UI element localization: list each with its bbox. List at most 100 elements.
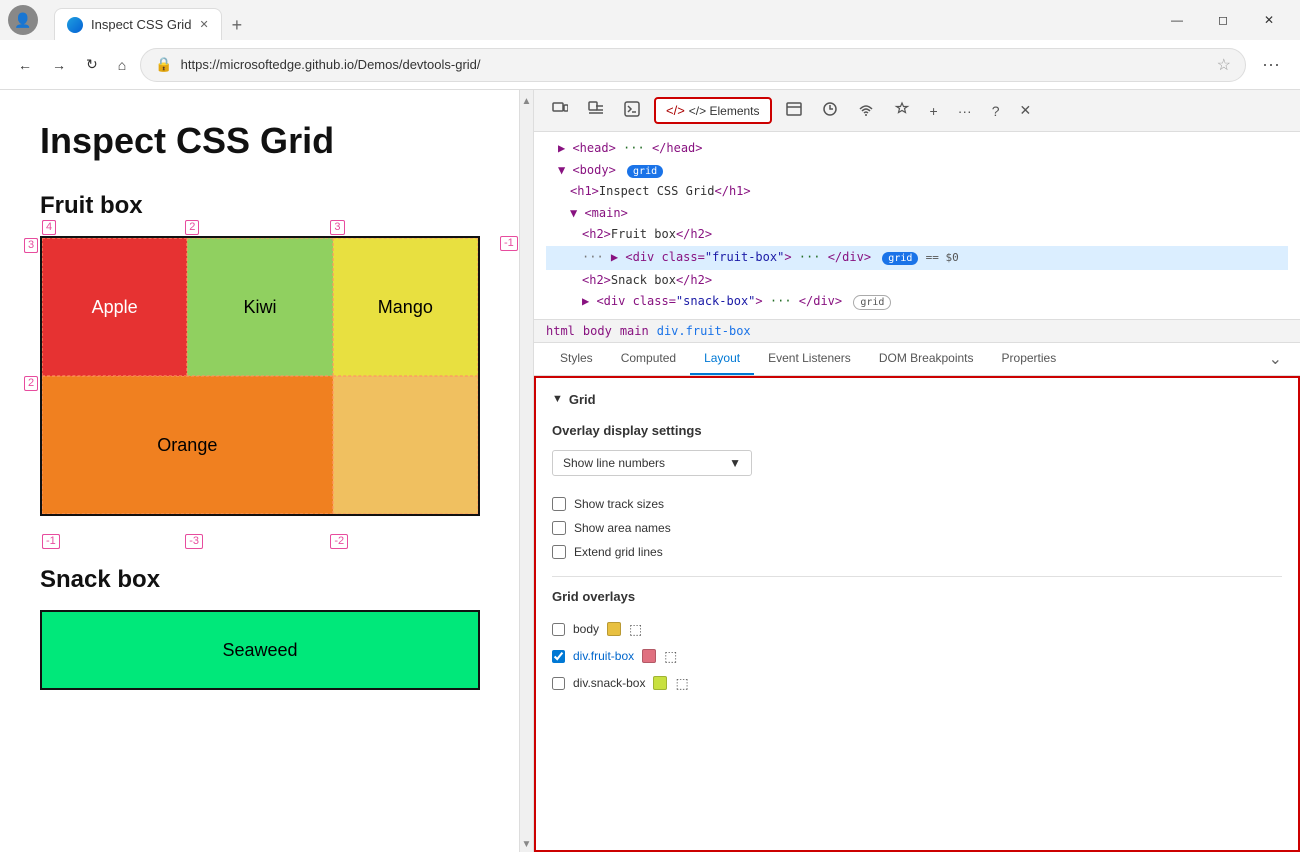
scroll-up-arrow[interactable]: ▲ bbox=[520, 94, 534, 109]
page-heading: Inspect CSS Grid bbox=[40, 120, 479, 162]
snack-color-swatch[interactable] bbox=[653, 676, 667, 690]
devtools-close-button[interactable]: ✕ bbox=[1014, 96, 1038, 125]
dom-body-row: ▼ <body> grid bbox=[546, 160, 1288, 182]
user-avatar: 👤 bbox=[8, 5, 38, 35]
tab-computed-label: Computed bbox=[621, 351, 676, 365]
fruit-overlay-label[interactable]: div.fruit-box bbox=[573, 649, 634, 663]
show-track-sizes-checkbox[interactable] bbox=[552, 497, 566, 511]
mango-label: Mango bbox=[378, 297, 433, 318]
show-area-names-label[interactable]: Show area names bbox=[574, 521, 671, 535]
snack-section: Snack box Seaweed bbox=[40, 566, 479, 690]
favorite-icon[interactable]: ☆ bbox=[1217, 55, 1231, 75]
more-tools-button[interactable]: ··· bbox=[952, 97, 978, 125]
scroll-down-arrow[interactable]: ▼ bbox=[520, 837, 534, 852]
body-inspect-icon[interactable]: ⬚ bbox=[629, 621, 642, 638]
kiwi-label: Kiwi bbox=[243, 297, 276, 318]
snack-grid-badge: grid bbox=[853, 295, 891, 310]
url-text: https://microsoftedge.github.io/Demos/de… bbox=[181, 57, 1209, 72]
wifi-button[interactable] bbox=[852, 95, 880, 126]
grid-section: ▼ Grid Overlay display settings Show lin… bbox=[536, 378, 1298, 711]
tab-properties[interactable]: Properties bbox=[988, 343, 1071, 375]
show-track-sizes-row: Show track sizes bbox=[552, 492, 1282, 516]
dom-tree: ▶ <head> ··· </head> ▼ <body> grid <h1>I… bbox=[534, 132, 1300, 320]
dom-div-fruit-row[interactable]: ··· ▶ <div class="fruit-box"> ··· </div>… bbox=[546, 246, 1288, 270]
refresh-button[interactable]: ↻ bbox=[80, 50, 104, 79]
snack-inspect-icon[interactable]: ⬚ bbox=[675, 675, 688, 692]
grid-section-title[interactable]: ▼ Grid bbox=[552, 392, 1282, 407]
elements-label: </> Elements bbox=[689, 104, 760, 118]
show-track-sizes-label[interactable]: Show track sizes bbox=[574, 497, 664, 511]
lock-icon: 🔒 bbox=[155, 56, 172, 73]
fruit-inspect-icon[interactable]: ⬚ bbox=[664, 648, 677, 665]
tab-dom-breakpoints-label: DOM Breakpoints bbox=[879, 351, 974, 365]
breadcrumb-body[interactable]: body bbox=[583, 324, 612, 338]
network-button[interactable] bbox=[780, 95, 808, 126]
body-overlay-checkbox[interactable] bbox=[552, 623, 565, 636]
mango-cell: Mango bbox=[333, 238, 478, 376]
add-tool-button[interactable]: + bbox=[924, 97, 944, 125]
fruit-grid-badge: grid bbox=[882, 252, 918, 265]
show-area-names-row: Show area names bbox=[552, 516, 1282, 540]
extend-grid-lines-checkbox[interactable] bbox=[552, 545, 566, 559]
show-area-names-checkbox[interactable] bbox=[552, 521, 566, 535]
row-num-neg1: -1 bbox=[500, 236, 518, 251]
more-options-button[interactable]: ··· bbox=[1254, 50, 1288, 79]
forward-button[interactable]: → bbox=[46, 51, 72, 79]
breadcrumb-html[interactable]: html bbox=[546, 324, 575, 338]
fruit-grid-container: Apple Kiwi Mango Orange bbox=[40, 236, 480, 516]
body-overlay-label[interactable]: body bbox=[573, 622, 599, 636]
navigation-bar: ← → ↻ ⌂ 🔒 https://microsoftedge.github.i… bbox=[0, 40, 1300, 90]
close-button[interactable]: ✕ bbox=[1246, 4, 1292, 36]
overlay-settings: Overlay display settings Show line numbe… bbox=[552, 423, 1282, 564]
fruit-overlay-checkbox[interactable] bbox=[552, 650, 565, 663]
col-num-2: 2 bbox=[185, 220, 199, 235]
empty-cell bbox=[333, 376, 478, 514]
webpage-content: Inspect CSS Grid Fruit box 1 2 3 4 1 2 3… bbox=[0, 90, 520, 852]
tab-layout[interactable]: Layout bbox=[690, 343, 754, 375]
inspect-element-button[interactable] bbox=[582, 95, 610, 126]
tab-styles[interactable]: Styles bbox=[546, 343, 607, 375]
device-emulation-button[interactable] bbox=[546, 95, 574, 126]
help-button[interactable]: ? bbox=[986, 97, 1006, 125]
fruit-color-swatch[interactable] bbox=[642, 649, 656, 663]
elements-icon: </> bbox=[666, 103, 685, 118]
extend-grid-lines-label[interactable]: Extend grid lines bbox=[574, 545, 663, 559]
tab-styles-label: Styles bbox=[560, 351, 593, 365]
snack-overlay-checkbox[interactable] bbox=[552, 677, 565, 690]
section-divider bbox=[552, 576, 1282, 577]
dom-h1-row: <h1>Inspect CSS Grid</h1> bbox=[546, 181, 1288, 203]
line-numbers-dropdown[interactable]: Show line numbers ▼ bbox=[552, 450, 752, 476]
seaweed-label: Seaweed bbox=[222, 640, 297, 661]
elements-panel-button[interactable]: </> </> Elements bbox=[654, 97, 772, 124]
col-num-4: 4 bbox=[42, 220, 56, 235]
tab-close-button[interactable]: ✕ bbox=[199, 18, 208, 31]
devtools-toolbar: </> </> Elements + ··· ? ✕ bbox=[534, 90, 1300, 132]
tab-event-listeners[interactable]: Event Listeners bbox=[754, 343, 865, 375]
minimize-button[interactable]: — bbox=[1154, 4, 1200, 36]
new-tab-button[interactable]: + bbox=[224, 11, 251, 40]
snack-overlay-row: div.snack-box ⬚ bbox=[552, 670, 1282, 697]
tabs-overflow-button[interactable]: ⌄ bbox=[1263, 343, 1288, 375]
maximize-button[interactable]: ◻ bbox=[1200, 4, 1246, 36]
console-button[interactable] bbox=[618, 95, 646, 126]
edge-icon bbox=[67, 17, 83, 33]
tab-dom-breakpoints[interactable]: DOM Breakpoints bbox=[865, 343, 988, 375]
tab-computed[interactable]: Computed bbox=[607, 343, 690, 375]
dom-div-snack-row[interactable]: ▶ <div class="snack-box"> ··· </div> gri… bbox=[546, 291, 1288, 313]
overlay-settings-label: Overlay display settings bbox=[552, 423, 1282, 438]
body-color-swatch[interactable] bbox=[607, 622, 621, 636]
fruit-grid-wrapper: 1 2 3 4 1 2 3 -1 Apple bbox=[40, 236, 480, 516]
breadcrumb-main[interactable]: main bbox=[620, 324, 649, 338]
performance-button[interactable] bbox=[816, 95, 844, 126]
snack-overlay-label[interactable]: div.snack-box bbox=[573, 676, 645, 690]
back-button[interactable]: ← bbox=[12, 51, 38, 79]
settings-extra-button[interactable] bbox=[888, 95, 916, 126]
breadcrumb-active[interactable]: div.fruit-box bbox=[657, 324, 751, 338]
browser-tab[interactable]: Inspect CSS Grid ✕ bbox=[54, 8, 222, 40]
orange-cell: Orange bbox=[42, 376, 333, 514]
tab-layout-label: Layout bbox=[704, 351, 740, 365]
body-overlay-row: body ⬚ bbox=[552, 616, 1282, 643]
fruit-overlay-row: div.fruit-box ⬚ bbox=[552, 643, 1282, 670]
address-bar[interactable]: 🔒 https://microsoftedge.github.io/Demos/… bbox=[140, 48, 1246, 82]
home-button[interactable]: ⌂ bbox=[112, 51, 132, 79]
